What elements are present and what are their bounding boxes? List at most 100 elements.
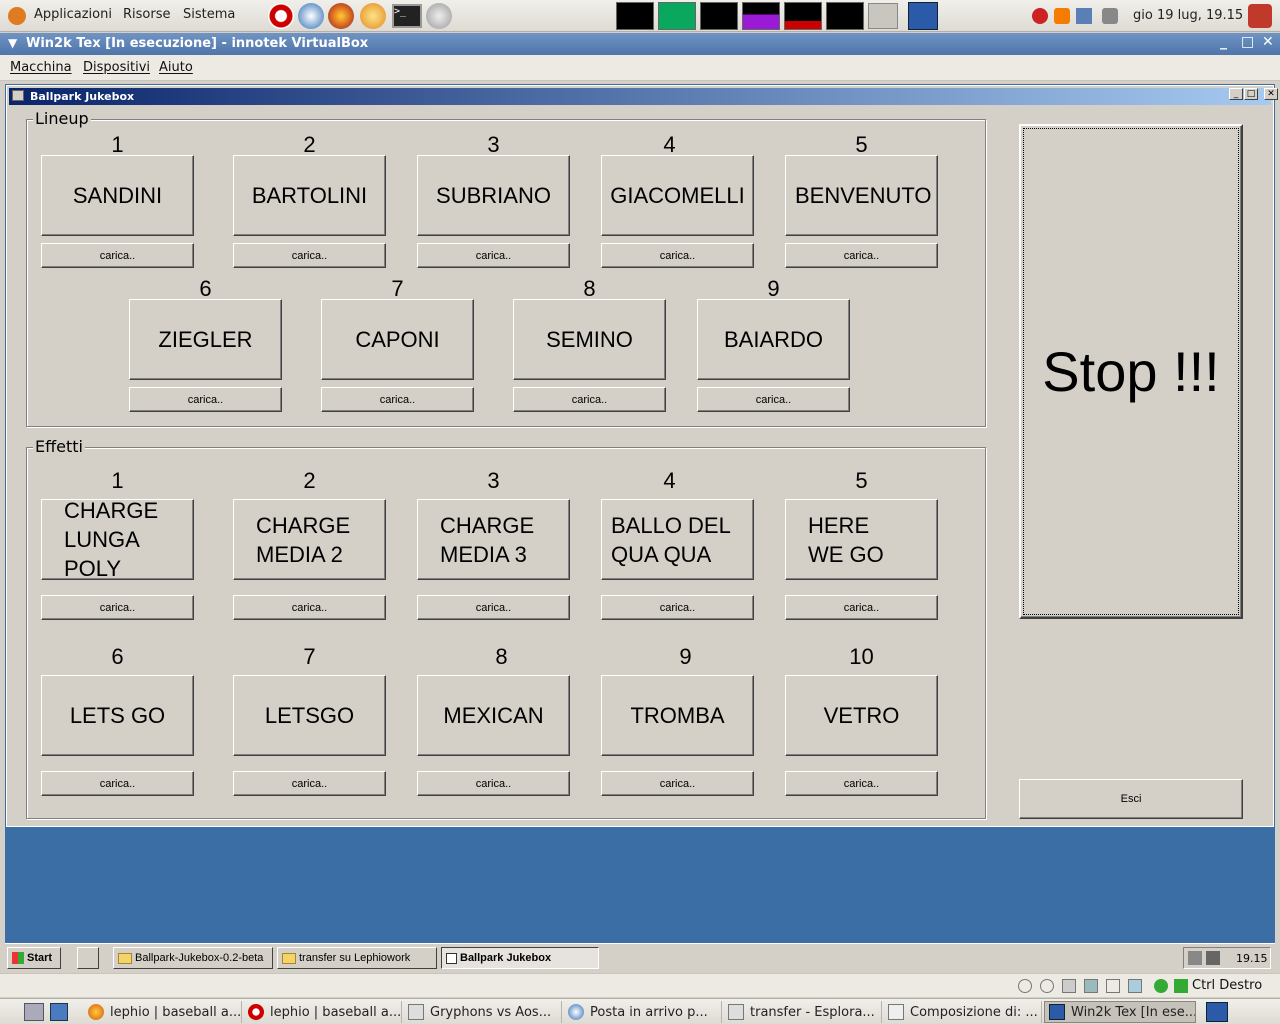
load-button[interactable]: carica.. <box>233 771 386 796</box>
bottom-task[interactable]: Posta in arrivo p... <box>564 1001 722 1023</box>
lineup-player-button[interactable]: BENVENUTO <box>785 155 938 236</box>
guest-clock[interactable]: 19.15 <box>1236 952 1268 965</box>
audio-launcher-icon[interactable] <box>360 3 386 29</box>
bottom-task[interactable]: transfer - Esplora... <box>724 1001 882 1023</box>
keyboard-capture-icon[interactable] <box>1174 979 1188 993</box>
workspace-2[interactable] <box>658 2 696 30</box>
load-button[interactable]: carica.. <box>417 243 570 268</box>
effect-button[interactable]: MEXICAN <box>417 675 570 756</box>
load-button[interactable]: carica.. <box>785 771 938 796</box>
maximize-icon[interactable]: □ <box>1241 34 1254 50</box>
terminal-launcher-icon[interactable]: >_ <box>392 4 422 28</box>
system-monitor-icon[interactable] <box>908 2 938 30</box>
load-button[interactable]: carica.. <box>417 595 570 620</box>
shared-folders-icon[interactable] <box>1128 979 1142 993</box>
show-desktop-icon[interactable] <box>77 947 99 969</box>
effect-button[interactable]: VETRO <box>785 675 938 756</box>
menu-sistema[interactable]: Sistema <box>183 7 235 22</box>
menu-aiuto[interactable]: Aiuto <box>159 60 193 75</box>
bottom-task[interactable]: Gryphons vs Aos... <box>404 1001 562 1023</box>
tray-update-icon[interactable] <box>1054 8 1070 24</box>
load-button[interactable]: carica.. <box>41 243 194 268</box>
workspace-5[interactable] <box>784 2 822 30</box>
tray-volume-icon[interactable] <box>1102 8 1118 24</box>
mouse-integration-icon[interactable] <box>1154 979 1168 993</box>
workspace-6[interactable] <box>826 2 864 30</box>
bottom-task-active[interactable]: Win2k Tex [In ese... <box>1044 1001 1196 1023</box>
thunderbird-launcher-icon[interactable] <box>298 3 324 29</box>
menu-macchina[interactable]: Macchina <box>10 60 72 75</box>
effect-button[interactable]: HERE WE GO <box>785 499 938 580</box>
lineup-player-button[interactable]: BAIARDO <box>697 299 850 380</box>
logout-icon[interactable] <box>1248 4 1272 28</box>
load-button[interactable]: carica.. <box>41 771 194 796</box>
lineup-player-button[interactable]: SEMINO <box>513 299 666 380</box>
lineup-player-button[interactable]: SANDINI <box>41 155 194 236</box>
stop-button[interactable]: Stop !!! <box>1019 124 1243 619</box>
lineup-player-button[interactable]: CAPONI <box>321 299 474 380</box>
hdd-status-icon[interactable] <box>1018 979 1032 993</box>
menu-risorse[interactable]: Risorse <box>123 7 171 22</box>
lineup-player-button[interactable]: BARTOLINI <box>233 155 386 236</box>
opera-launcher-icon[interactable] <box>268 3 294 29</box>
taskbar-item[interactable]: Ballpark-Jukebox-0.2-beta <box>113 947 273 969</box>
minimize-icon[interactable]: _ <box>1220 34 1227 50</box>
taskbar-item[interactable]: transfer su Lephiowork <box>277 947 437 969</box>
effect-button[interactable]: CHARGE MEDIA 2 <box>233 499 386 580</box>
lineup-player-button[interactable]: GIACOMELLI <box>601 155 754 236</box>
taskbar-item-active[interactable]: Ballpark Jukebox <box>441 947 599 969</box>
panel-clock[interactable]: gio 19 lug, 19.15 <box>1133 8 1243 23</box>
effect-button[interactable]: LETSGO <box>233 675 386 756</box>
load-button[interactable]: carica.. <box>697 387 850 412</box>
tray-alert-icon[interactable] <box>1032 8 1048 24</box>
network-monitor-icon[interactable] <box>868 3 898 29</box>
tray-network-icon[interactable] <box>1076 8 1092 24</box>
effect-button[interactable]: CHARGE LUNGA POLY <box>41 498 194 581</box>
effect-button[interactable]: TROMBA <box>601 675 754 756</box>
menu-applicazioni[interactable]: Applicazioni <box>34 7 112 22</box>
app-maximize-icon[interactable]: □ <box>1244 88 1258 100</box>
window-menu-icon[interactable]: ▼ <box>8 36 17 50</box>
firefox-launcher-icon[interactable] <box>328 3 354 29</box>
menu-dispositivi[interactable]: Dispositivi <box>83 60 150 75</box>
load-button[interactable]: carica.. <box>785 595 938 620</box>
bottom-task[interactable]: Composizione di: ... <box>884 1001 1042 1023</box>
tray-monitor-icon[interactable] <box>1188 951 1202 965</box>
load-button[interactable]: carica.. <box>785 243 938 268</box>
workspace-3[interactable] <box>700 2 738 30</box>
load-button[interactable]: carica.. <box>601 595 754 620</box>
load-button[interactable]: carica.. <box>417 771 570 796</box>
network-status-icon[interactable] <box>1084 979 1098 993</box>
close-icon[interactable]: ✕ <box>1262 34 1274 50</box>
app-minimize-icon[interactable]: _ <box>1229 88 1243 100</box>
effect-button[interactable]: BALLO DEL QUA QUA <box>601 499 754 580</box>
load-button[interactable]: carica.. <box>129 387 282 412</box>
load-button[interactable]: carica.. <box>233 243 386 268</box>
load-button[interactable]: carica.. <box>41 595 194 620</box>
effect-button[interactable]: CHARGE MEDIA 3 <box>417 499 570 580</box>
workspace-1[interactable] <box>616 2 654 30</box>
load-button[interactable]: carica.. <box>233 595 386 620</box>
load-button[interactable]: carica.. <box>601 771 754 796</box>
effect-button[interactable]: LETS GO <box>41 675 194 756</box>
exit-button[interactable]: Esci <box>1019 779 1243 819</box>
workspace-switcher-icon[interactable] <box>50 1003 68 1021</box>
virtualbox-tray-icon[interactable] <box>1206 1002 1228 1022</box>
usb-status-icon[interactable] <box>1106 979 1120 993</box>
ubuntu-logo-icon[interactable] <box>8 7 26 25</box>
lineup-player-button[interactable]: SUBRIANO <box>417 155 570 236</box>
load-button[interactable]: carica.. <box>321 387 474 412</box>
app-close-icon[interactable]: ✕ <box>1264 88 1278 100</box>
cdrom-status-icon[interactable] <box>1040 979 1054 993</box>
show-desktop-icon[interactable] <box>24 1003 44 1021</box>
tray-network-icon[interactable] <box>1206 951 1220 965</box>
app-icon[interactable] <box>12 90 24 101</box>
workspace-4[interactable] <box>742 2 780 30</box>
start-button[interactable]: Start <box>7 947 61 969</box>
lineup-player-button[interactable]: ZIEGLER <box>129 299 282 380</box>
floppy-status-icon[interactable] <box>1062 979 1076 993</box>
load-button[interactable]: carica.. <box>601 243 754 268</box>
bottom-task[interactable]: lephio | baseball a... <box>244 1001 402 1023</box>
bottom-task[interactable]: lephio | baseball a... <box>84 1001 242 1023</box>
load-button[interactable]: carica.. <box>513 387 666 412</box>
